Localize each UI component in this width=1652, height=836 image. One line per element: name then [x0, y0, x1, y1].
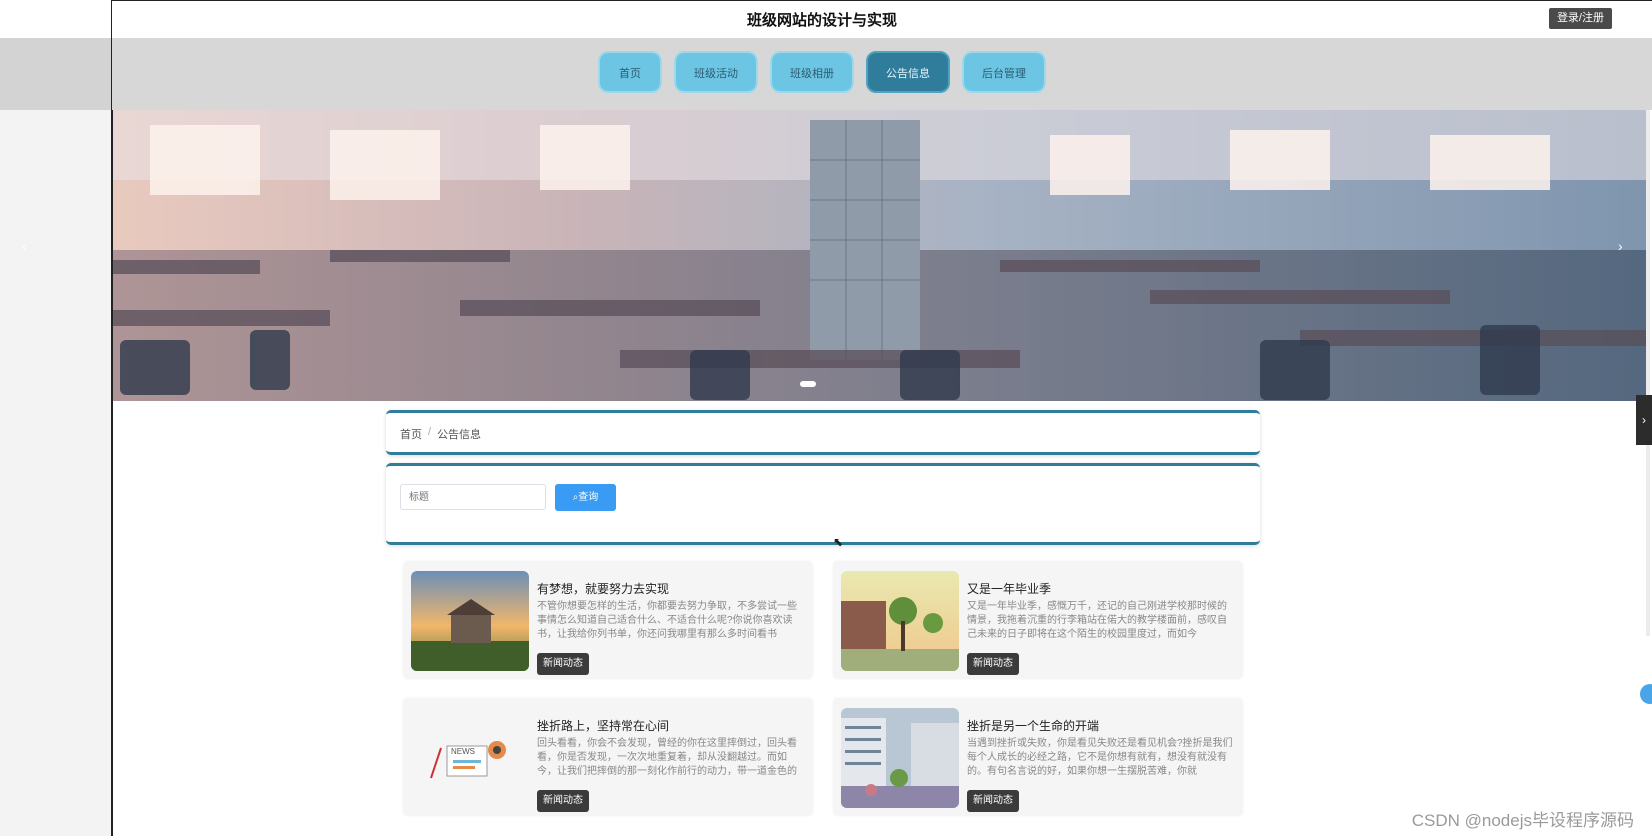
carousel-next-icon[interactable]: ›: [1618, 238, 1623, 254]
news-thumbnail: [841, 708, 959, 808]
news-summary: 回头看看，你会不会发现，曾经的你在这里摔倒过，回头看看，你是否发现，一次次地重复…: [537, 738, 797, 777]
news-category-tag[interactable]: 新闻动态: [967, 653, 1019, 675]
login-register-button[interactable]: 登录/注册: [1548, 8, 1612, 29]
news-category-tag[interactable]: 新闻动态: [537, 653, 589, 675]
news-title[interactable]: 又是一年毕业季: [967, 580, 1051, 597]
news-thumbnail: [411, 571, 529, 671]
scrollbar[interactable]: [1646, 110, 1650, 636]
nav-class-album[interactable]: 班级相册: [770, 51, 854, 93]
news-card[interactable]: 又是一年毕业季 又是一年毕业季，感慨万千，还记的自己刚进学校那时候的情景，我拖着…: [833, 561, 1243, 679]
search-input[interactable]: [400, 484, 546, 510]
news-title[interactable]: 挫折是另一个生命的开端: [967, 717, 1099, 734]
news-thumbnail: [841, 571, 959, 671]
left-strip-band: [0, 38, 111, 110]
breadcrumb-panel: 首页 / 公告信息: [386, 410, 1260, 455]
classroom-banner-image: [0, 110, 1646, 401]
nav-announcements[interactable]: 公告信息: [866, 51, 950, 93]
news-summary: 不管你想要怎样的生活，你都要去努力争取，不多尝试一些事情怎么知道自己适合什么、不…: [537, 601, 797, 640]
nav-class-activities[interactable]: 班级活动: [674, 51, 758, 93]
left-strip: [0, 0, 113, 836]
search-button[interactable]: ⌕查询: [555, 484, 616, 511]
breadcrumb-current: 公告信息: [437, 429, 482, 441]
breadcrumb: 首页 / 公告信息: [400, 426, 481, 442]
breadcrumb-separator: /: [428, 426, 432, 438]
side-drawer-toggle-icon[interactable]: ›: [1636, 395, 1652, 445]
left-strip-top: [0, 0, 111, 39]
breadcrumb-home[interactable]: 首页: [400, 426, 422, 442]
news-title[interactable]: 挫折路上，坚持常在心间: [537, 717, 669, 734]
news-thumbnail: NEWS: [411, 708, 529, 808]
news-card[interactable]: 有梦想，就要努力去实现 不管你想要怎样的生活，你都要去努力争取，不多尝试一些事情…: [403, 561, 813, 679]
header: 班级网站的设计与实现 登录/注册: [112, 0, 1652, 38]
search-panel: ⌕查询: [386, 463, 1260, 545]
nav-home[interactable]: 首页: [598, 51, 662, 93]
watermark: CSDN @nodejs毕设程序源码: [1411, 811, 1634, 830]
main-nav: 首页 班级活动 班级相册 公告信息 后台管理: [112, 38, 1652, 110]
carousel-indicators: [800, 381, 816, 387]
carousel-prev-icon[interactable]: ‹: [22, 238, 27, 254]
floating-help-icon[interactable]: [1640, 684, 1652, 704]
news-title[interactable]: 有梦想，就要努力去实现: [537, 580, 669, 597]
banner-carousel[interactable]: [0, 110, 1646, 401]
news-category-tag[interactable]: 新闻动态: [967, 790, 1019, 812]
carousel-dot-1[interactable]: [800, 381, 816, 387]
mouse-cursor-icon: ⬉: [833, 535, 844, 549]
news-category-tag[interactable]: 新闻动态: [537, 790, 589, 812]
search-button-label: 查询: [578, 492, 599, 503]
site-title: 班级网站的设计与实现: [746, 12, 897, 29]
news-summary: 又是一年毕业季，感慨万千，还记的自己刚进学校那时候的情景，我拖着沉重的行李箱站在…: [967, 601, 1227, 640]
svg-text:NEWS: NEWS: [451, 747, 475, 756]
news-card[interactable]: NEWS 挫折路上，坚持常在心间 回头看看，你会不会发现，曾经的你在这里摔倒过，…: [403, 698, 813, 816]
nav-admin[interactable]: 后台管理: [962, 51, 1046, 93]
news-card[interactable]: 挫折是另一个生命的开端 当遇到挫折或失败，你是看见失败还是看见机会?挫折是我们每…: [833, 698, 1243, 816]
news-summary: 当遇到挫折或失败，你是看见失败还是看见机会?挫折是我们每个人成长的必经之路，它不…: [967, 738, 1233, 777]
